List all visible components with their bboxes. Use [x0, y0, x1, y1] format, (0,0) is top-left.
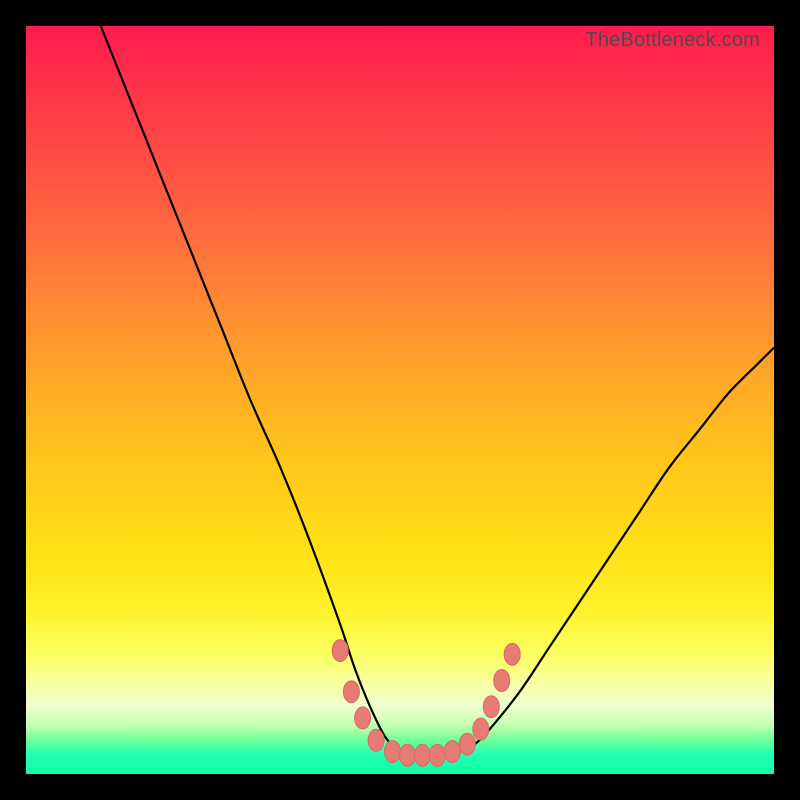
curve-marker [400, 744, 416, 766]
curve-markers [332, 640, 520, 767]
curve-marker [483, 696, 499, 718]
curve-marker [368, 729, 384, 751]
chart-frame: TheBottleneck.com [0, 0, 800, 800]
curve-marker [444, 741, 460, 763]
plot-area: TheBottleneck.com [26, 26, 774, 774]
curve-path [101, 26, 774, 756]
curve-marker [504, 643, 520, 665]
curve-marker [414, 744, 430, 766]
curve-marker [343, 681, 359, 703]
curve-marker [459, 733, 475, 755]
bottleneck-curve [26, 26, 774, 774]
curve-marker [429, 744, 445, 766]
curve-marker [385, 741, 401, 763]
curve-marker [355, 707, 371, 729]
curve-marker [332, 640, 348, 662]
curve-marker [473, 718, 489, 740]
curve-marker [494, 670, 510, 692]
